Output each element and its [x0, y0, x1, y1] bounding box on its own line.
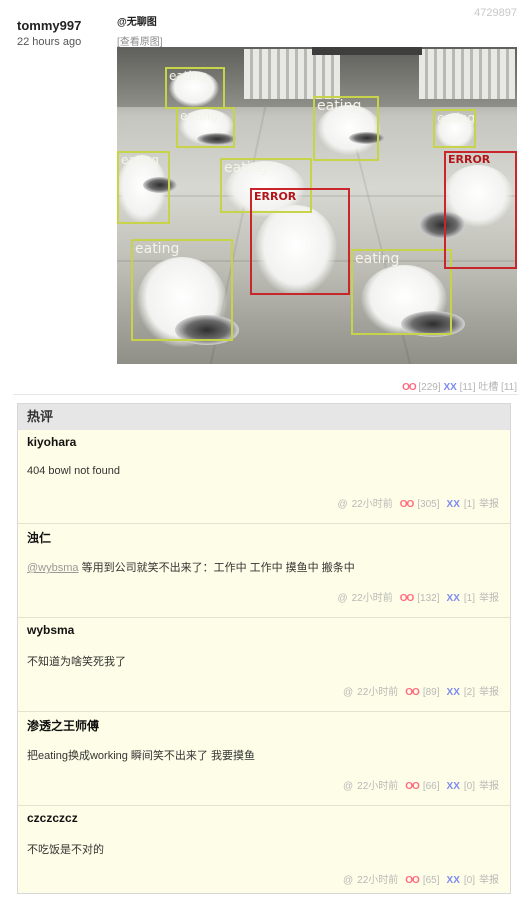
detection-box: eating	[433, 109, 476, 148]
xx-count: [1]	[463, 593, 475, 604]
comment-text-body: 等用到公司就笑不出来了：工作中 工作中 摸鱼中 搬条中	[78, 562, 355, 574]
reply-at-icon[interactable]: @	[343, 875, 353, 886]
xx-count: [1]	[463, 499, 475, 510]
oo-button[interactable]: OO	[405, 781, 420, 792]
post-vote-bar: OO [229] XX [11] 吐槽 [11]	[402, 378, 517, 393]
comment-text: @wybsma 等用到公司就笑不出来了：工作中 工作中 摸鱼中 搬条中	[27, 559, 355, 575]
tucao-link[interactable]: 吐槽 [11]	[478, 382, 517, 393]
author-name[interactable]: tommy997	[17, 18, 81, 33]
detection-label: eating	[180, 109, 218, 123]
post-id: 4729897	[474, 7, 517, 19]
oo-button[interactable]: OO	[405, 875, 420, 886]
post-title: @无聊图	[117, 17, 157, 28]
comment-time: 22小时前	[357, 875, 399, 886]
comment-meta: @22小时前 OO [89] XX [2] 举报	[339, 683, 499, 698]
reply-at-icon[interactable]: @	[337, 593, 347, 604]
xx-button[interactable]: XX	[447, 687, 460, 698]
report-link[interactable]: 举报	[479, 499, 499, 510]
detection-box: eating	[313, 96, 379, 161]
detection-label: eating	[121, 153, 159, 167]
oo-button[interactable]: OO	[400, 499, 415, 510]
comment-time: 22小时前	[357, 687, 399, 698]
xx-button[interactable]: XX	[447, 875, 460, 886]
xx-count: [0]	[463, 875, 475, 886]
oo-button[interactable]: OO	[400, 593, 415, 604]
comment-author[interactable]: 渗透之王师傅	[27, 717, 99, 734]
oo-count: [132]	[417, 593, 440, 604]
oo-button[interactable]: OO	[402, 382, 417, 393]
comment-author[interactable]: wybsma	[27, 623, 74, 637]
error-box: ERROR	[444, 151, 517, 269]
comment-author[interactable]: kiyohara	[27, 435, 76, 449]
comment-meta: @22小时前 OO [65] XX [0] 举报	[339, 871, 499, 886]
detection-box: eating	[165, 67, 225, 109]
comment-text: 把eating换成working 瞬间笑不出来了 我要摸鱼	[27, 750, 255, 762]
error-label: ERROR	[254, 190, 297, 203]
reply-at-icon[interactable]: @	[343, 687, 353, 698]
xx-button[interactable]: XX	[447, 499, 460, 510]
radiator	[419, 49, 515, 99]
oo-count: [66]	[422, 781, 440, 792]
xx-count: [0]	[463, 781, 475, 792]
detection-label: eating	[135, 241, 180, 257]
comment-time: 22小时前	[357, 781, 399, 792]
detection-box: eating	[117, 151, 170, 224]
comment-item: wybsma 不知道为啥笑死我了 @22小时前 OO [89] XX [2] 举报	[18, 618, 510, 712]
detection-label: eating	[355, 251, 400, 267]
divider	[13, 394, 518, 395]
detection-label: eating	[317, 98, 362, 114]
comment-text: 不知道为啥笑死我了	[27, 656, 126, 668]
error-label: ERROR	[448, 153, 491, 166]
hot-comments-title: 热评	[18, 404, 510, 430]
report-link[interactable]: 举报	[479, 781, 499, 792]
xx-button[interactable]: XX	[447, 593, 460, 604]
comment-time: 22小时前	[351, 593, 393, 604]
error-box: ERROR	[250, 188, 350, 295]
view-original-link[interactable]: [查看原图]	[117, 33, 163, 48]
comment-meta: @22小时前 OO [132] XX [1] 举报	[333, 589, 499, 604]
detection-label: eating	[224, 160, 269, 176]
xx-button[interactable]: XX	[443, 382, 456, 393]
oo-count: [65]	[422, 875, 440, 886]
radiator	[244, 49, 340, 99]
comment-item: 浊仁 @wybsma 等用到公司就笑不出来了：工作中 工作中 摸鱼中 搬条中 @…	[18, 524, 510, 618]
detection-box: eating	[351, 249, 452, 335]
author-block: tommy997 22 hours ago	[17, 18, 81, 48]
comment-item: czczczcz 不吃饭是不对的 @22小时前 OO [65] XX [0] 举报	[18, 806, 510, 893]
report-link[interactable]: 举报	[479, 593, 499, 604]
mention-link[interactable]: @wybsma	[27, 562, 79, 574]
comment-meta: @22小时前 OO [66] XX [0] 举报	[339, 777, 499, 792]
detection-box: eating	[131, 239, 233, 341]
detection-label: eating	[169, 69, 207, 83]
hot-comments-panel: 热评 kiyohara 404 bowl not found @22小时前 OO[…	[17, 403, 511, 894]
window-sill	[312, 47, 422, 55]
oo-count: [305]	[417, 499, 440, 510]
comment-meta: @22小时前 OO [305] XX [1] 举报	[333, 495, 499, 510]
comment-text: 不吃饭是不对的	[27, 844, 104, 856]
reply-at-icon[interactable]: @	[337, 499, 347, 510]
comment-text: 404 bowl not found	[27, 465, 120, 477]
xx-button[interactable]: XX	[447, 781, 460, 792]
oo-button[interactable]: OO	[405, 687, 420, 698]
detection-label: eating	[437, 111, 475, 125]
xx-count: [11]	[459, 382, 476, 393]
post-time: 22 hours ago	[17, 36, 82, 48]
comment-item: 渗透之王师傅 把eating换成working 瞬间笑不出来了 我要摸鱼 @22…	[18, 712, 510, 806]
reply-at-icon[interactable]: @	[343, 781, 353, 792]
oo-count: [229]	[418, 382, 441, 393]
comment-author[interactable]: czczczcz	[27, 811, 78, 825]
report-link[interactable]: 举报	[479, 875, 499, 886]
report-link[interactable]: 举报	[479, 687, 499, 698]
detection-box: eating	[176, 107, 235, 148]
post-image[interactable]: eating eating eating eating eating eatin…	[117, 47, 517, 364]
comment-item: kiyohara 404 bowl not found @22小时前 OO [305…	[18, 430, 510, 524]
comment-time: 22小时前	[351, 499, 393, 510]
xx-count: [2]	[463, 687, 475, 698]
comment-author[interactable]: 浊仁	[27, 529, 51, 546]
oo-count: [89]	[422, 687, 440, 698]
post-header: @无聊图 [查看原图]	[117, 13, 163, 48]
